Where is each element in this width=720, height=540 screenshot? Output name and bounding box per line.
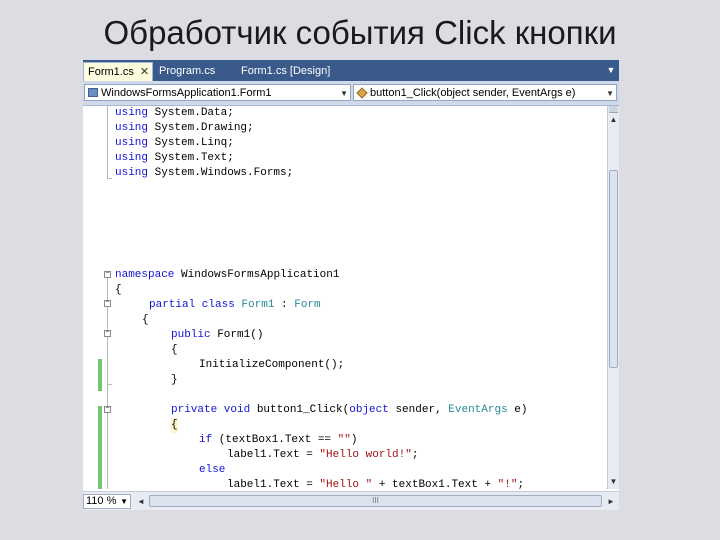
code-text: (textBox1.Text ==	[212, 434, 338, 446]
chevron-down-icon[interactable]: ▼	[608, 476, 619, 488]
close-icon[interactable]: ✕	[140, 63, 149, 82]
chevron-left-icon[interactable]: ◄	[135, 494, 147, 509]
code-text: + textBox1.Text +	[372, 479, 498, 489]
horizontal-scroll-thumb[interactable]: III	[149, 495, 602, 507]
code-text: :	[274, 299, 295, 311]
keyword: namespace	[115, 269, 175, 281]
member-dropdown[interactable]: button1_Click(object sender, EventArgs e…	[353, 84, 617, 101]
member-dropdown-value: button1_Click(object sender, EventArgs e…	[370, 87, 576, 99]
code-text: WindowsFormsApplication1	[174, 269, 340, 281]
keyword: using	[115, 167, 149, 179]
string-literal: ""	[337, 434, 351, 446]
collapse-minus-icon[interactable]: −	[104, 300, 111, 307]
keyword: object	[349, 404, 389, 416]
code-line: public Form1()	[171, 328, 263, 343]
outline-guide	[107, 384, 112, 385]
code-text: e)	[507, 404, 528, 416]
tab-label: Form1.cs [Design]	[241, 65, 331, 77]
code-line: using System.Windows.Forms;	[115, 166, 293, 181]
collapse-minus-icon[interactable]: −	[104, 330, 111, 337]
chevron-down-icon: ▼	[340, 89, 348, 98]
navigation-bar: WindowsFormsApplication1.Form1 ▼ button1…	[83, 81, 619, 106]
code-text: Form1()	[210, 329, 264, 341]
code-line: label1.Text = "Hello world!";	[227, 448, 418, 463]
chevron-up-icon[interactable]: ▲	[608, 114, 619, 126]
string-literal: "!"	[497, 479, 518, 489]
chevron-down-icon: ▼	[606, 89, 614, 98]
keyword: using	[115, 152, 149, 164]
tab-form1-design[interactable]: Form1.cs [Design]	[237, 62, 357, 81]
tab-form1-cs[interactable]: Form1.cs ✕	[83, 62, 153, 81]
scroll-grip: III	[372, 496, 379, 505]
code-text: System.Data;	[148, 107, 234, 119]
tab-label: Program.cs	[159, 65, 216, 77]
split-grip[interactable]	[609, 106, 618, 113]
class-dropdown-value: WindowsFormsApplication1.Form1	[101, 87, 272, 99]
code-line: label1.Text = "Hello " + textBox1.Text +…	[227, 478, 524, 489]
code-line: {	[142, 314, 149, 326]
code-line: namespace WindowsFormsApplication1	[115, 268, 339, 283]
string-literal: "Hello world!"	[319, 449, 412, 461]
code-line: InitializeComponent();	[199, 359, 345, 371]
keyword: partial class	[149, 299, 235, 311]
code-line: using System.Data;	[115, 106, 234, 121]
keyword: if	[199, 434, 213, 446]
code-text: ;	[517, 479, 525, 489]
code-text: button1_Click(	[250, 404, 350, 416]
code-line: using System.Text;	[115, 151, 234, 166]
tab-program-cs[interactable]: Program.cs	[155, 62, 237, 81]
zoom-value: 110 %	[86, 495, 117, 507]
code-line: }	[171, 374, 178, 386]
code-text: label1.Text =	[227, 449, 320, 461]
code-text: System.Linq;	[148, 137, 234, 149]
collapse-minus-icon[interactable]: −	[104, 271, 111, 278]
type-name: Form1	[234, 299, 275, 311]
code-line: using System.Linq;	[115, 136, 234, 151]
code-editor-window: Form1.cs ✕ Program.cs Form1.cs [Design] ▼…	[83, 60, 619, 510]
changed-lines-marker	[98, 406, 102, 489]
code-text: System.Drawing;	[148, 122, 254, 134]
keyword: using	[115, 122, 149, 134]
keyword: using	[115, 137, 149, 149]
code-line: partial class Form1 : Form	[149, 298, 321, 313]
code-line: if (textBox1.Text == "")	[199, 433, 357, 448]
tab-label: Form1.cs	[88, 66, 134, 78]
keyword: private void	[171, 404, 251, 416]
code-text: label1.Text =	[227, 479, 320, 489]
outline-guide	[107, 178, 112, 179]
bottom-bar: 110 % ▼ ◄ III ►	[83, 491, 619, 510]
changed-lines-marker	[98, 359, 102, 391]
type-name: EventArgs	[448, 404, 508, 416]
code-text: sender,	[388, 404, 449, 416]
outline-guide	[107, 106, 108, 178]
code-line: {	[171, 344, 178, 356]
code-text: System.Windows.Forms;	[148, 167, 294, 179]
collapse-minus-icon[interactable]: −	[104, 406, 111, 413]
code-text: )	[350, 434, 358, 446]
chevron-down-icon: ▼	[120, 497, 128, 506]
chevron-right-icon[interactable]: ►	[605, 494, 617, 509]
document-tab-bar: Form1.cs ✕ Program.cs Form1.cs [Design] ▼	[83, 60, 619, 81]
vertical-scrollbar[interactable]: ▲ ▼	[607, 106, 619, 489]
code-line: {	[115, 284, 122, 296]
chevron-down-icon[interactable]: ▼	[606, 64, 616, 76]
code-line: else	[199, 464, 226, 476]
method-icon	[356, 87, 368, 99]
type-name: Form	[294, 299, 321, 311]
zoom-dropdown[interactable]: 110 % ▼	[83, 494, 131, 509]
keyword: using	[115, 107, 149, 119]
keyword: public	[171, 329, 211, 341]
code-text: ;	[411, 449, 419, 461]
code-text: System.Text;	[148, 152, 234, 164]
code-line: using System.Drawing;	[115, 121, 254, 136]
vertical-scroll-thumb[interactable]	[609, 170, 618, 368]
code-line: private void button1_Click(object sender…	[171, 403, 528, 418]
code-line: {	[171, 418, 178, 433]
string-literal: "Hello "	[319, 479, 373, 489]
class-dropdown[interactable]: WindowsFormsApplication1.Form1 ▼	[84, 84, 351, 101]
slide-title: Обработчик события Click кнопки	[103, 14, 617, 51]
code-area[interactable]: − − − − using System.Data; using System.…	[83, 106, 604, 489]
class-icon	[88, 88, 98, 97]
